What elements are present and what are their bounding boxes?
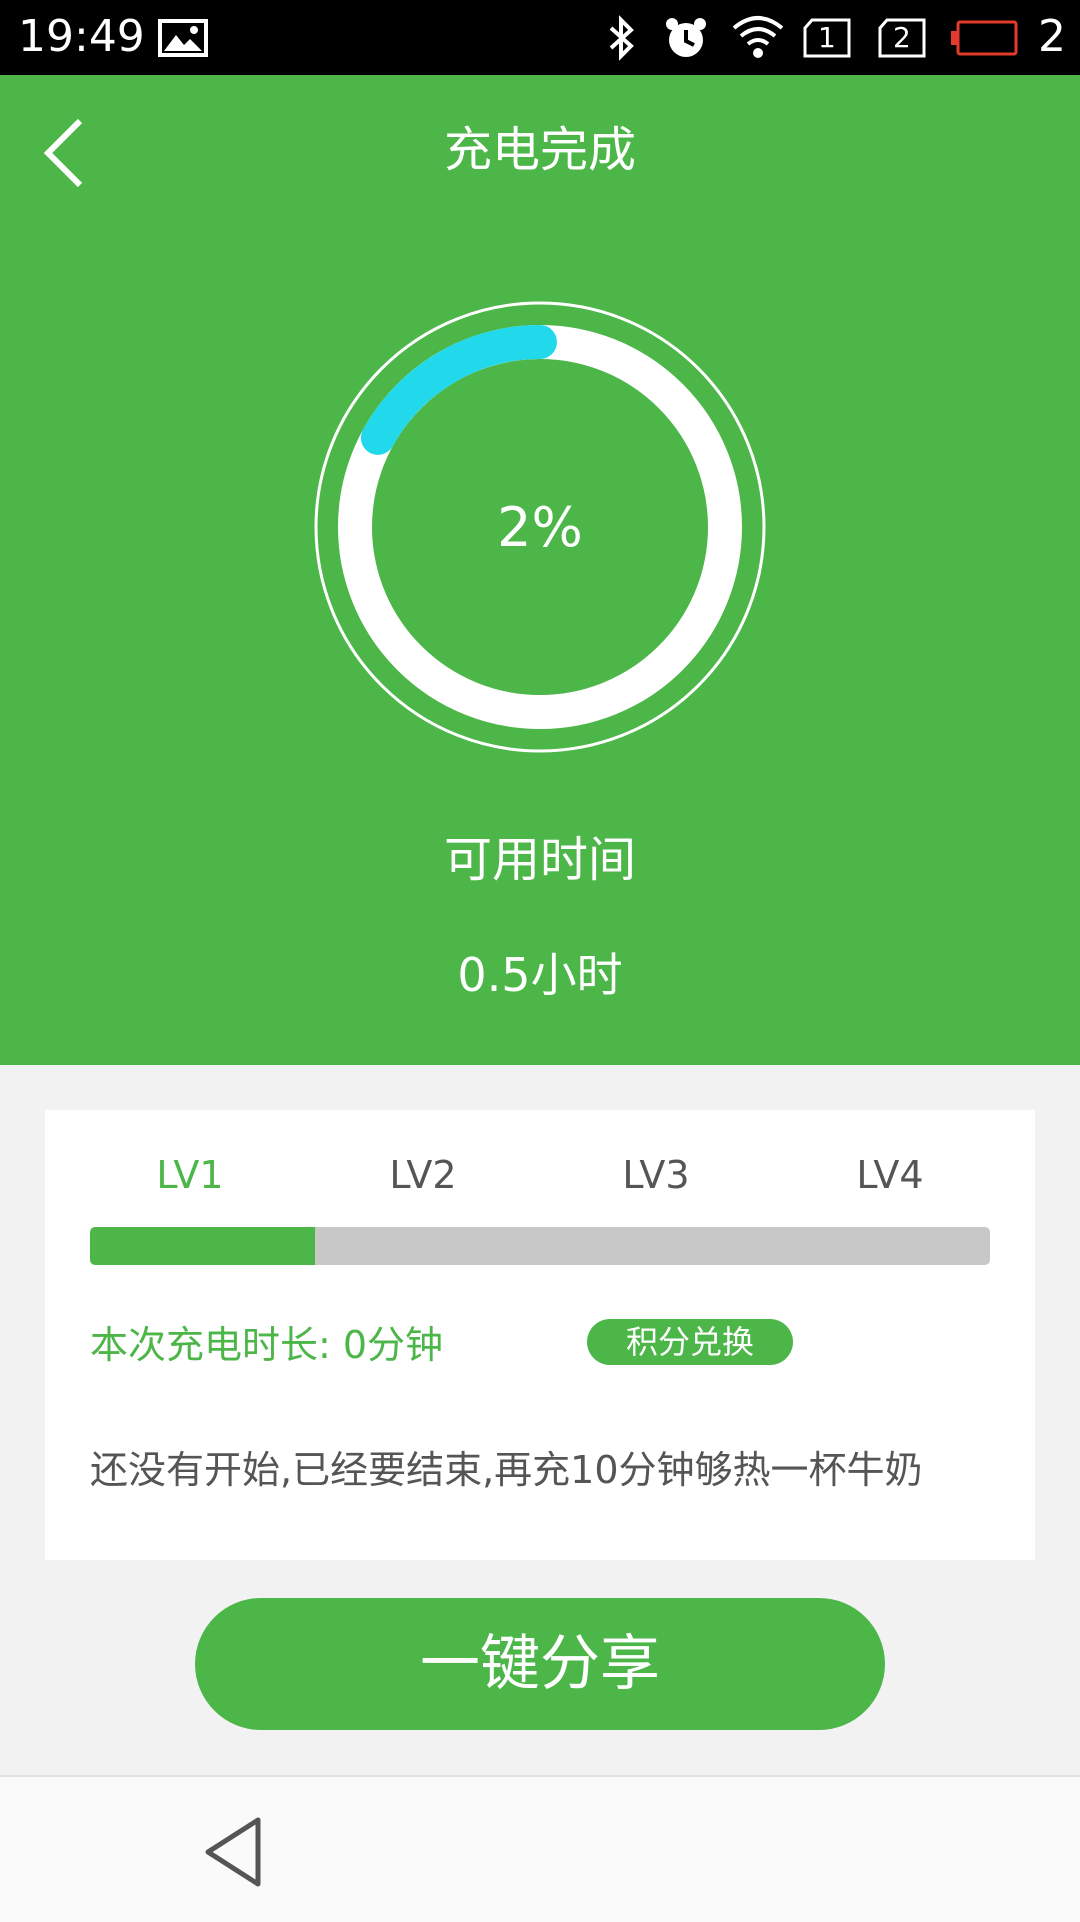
image-icon <box>158 19 208 57</box>
level-label-lv3: LV3 <box>622 1153 690 1197</box>
system-nav-bar <box>0 1775 1080 1922</box>
level-label-lv4: LV4 <box>856 1153 924 1197</box>
nav-back-button[interactable] <box>200 1812 270 1892</box>
level-progress-bar <box>90 1227 990 1265</box>
level-card: LV1 LV2 LV3 LV4 本次充电时长: 0分钟 积分兑换 还没有开始,已… <box>45 1110 1035 1560</box>
available-time-label: 可用时间 <box>443 832 636 888</box>
bluetooth-icon <box>609 15 634 61</box>
charge-duration: 本次充电时长: 0分钟 <box>90 1323 444 1367</box>
sim2-label: 2 <box>893 21 911 54</box>
charge-summary-header: 充电完成 2% 可用时间 0.5小时 <box>0 75 1080 1065</box>
charge-percent: 2% <box>497 495 583 559</box>
wifi-icon <box>732 16 784 58</box>
page-title: 充电完成 <box>443 122 636 178</box>
points-exchange-button[interactable]: 积分兑换 <box>587 1319 793 1365</box>
charge-gauge: 2% <box>310 297 770 757</box>
alarm-icon <box>666 18 706 57</box>
sim1-label: 1 <box>818 21 836 54</box>
status-bar: 19:49 1 2 2 <box>0 0 1080 75</box>
battery-level: 2 <box>1038 11 1066 62</box>
level-label-lv2: LV2 <box>389 1153 457 1197</box>
level-label-lv1: LV1 <box>156 1153 224 1197</box>
charge-message: 还没有开始,已经要结束,再充10分钟够热一杯牛奶 <box>90 1448 923 1492</box>
battery-low-icon <box>951 20 1018 56</box>
status-time: 19:49 <box>18 11 145 62</box>
level-progress-fill <box>90 1227 315 1265</box>
level-labels: LV1 LV2 LV3 LV4 <box>90 1145 990 1205</box>
available-time-value: 0.5小时 <box>457 948 623 1002</box>
share-button[interactable]: 一键分享 <box>195 1598 885 1730</box>
